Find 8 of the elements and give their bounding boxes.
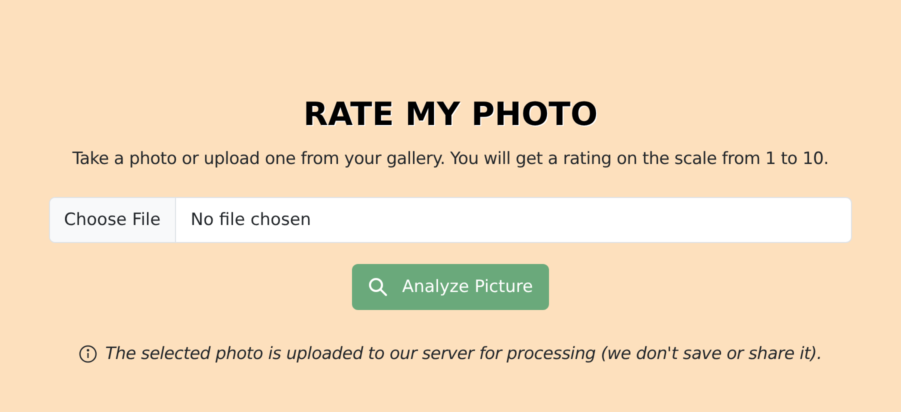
choose-file-button[interactable]: Choose File [50, 198, 176, 242]
search-icon [368, 277, 388, 297]
page-title: RATE MY PHOTO [303, 95, 598, 133]
info-icon [79, 345, 98, 363]
description: Take a photo or upload one from your gallery. You will get a rating on the scale from 1 to 10. [72, 149, 829, 169]
file-input[interactable]: Choose File No file chosen [49, 197, 852, 243]
privacy-note: The selected photo is uploaded to our server for processing (we don't save or share it). [105, 344, 822, 364]
file-status: No file chosen [190, 210, 312, 230]
